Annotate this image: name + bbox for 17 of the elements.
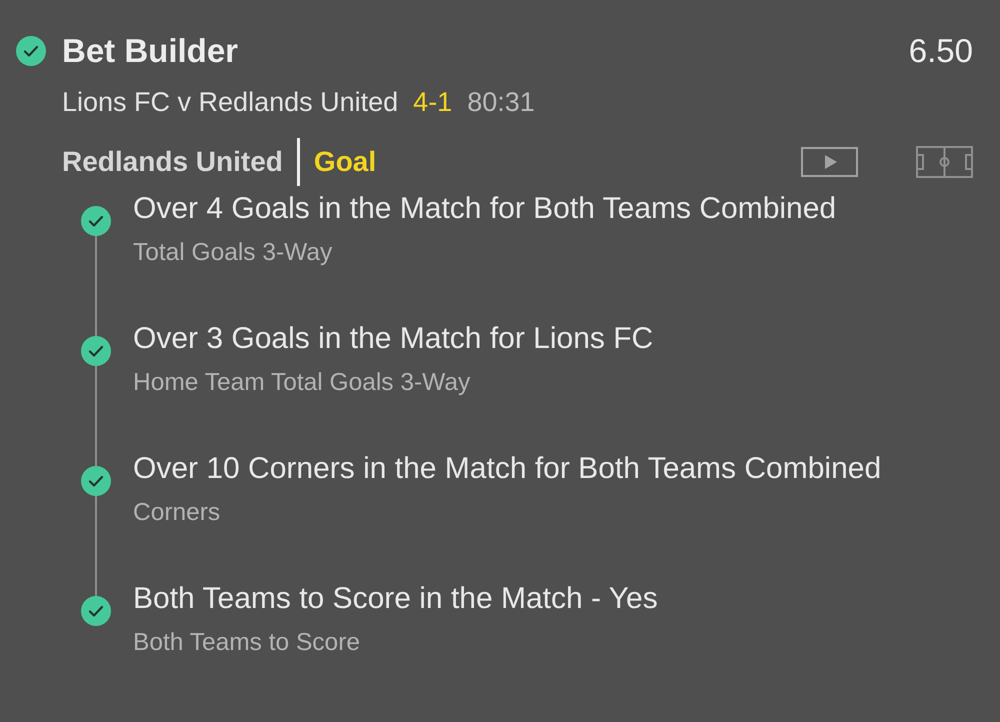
match-score: 4-1 (413, 86, 452, 118)
event-team: Redlands United (62, 146, 283, 178)
football-pitch-icon[interactable] (916, 146, 973, 178)
selection-name: Over 10 Corners in the Match for Both Teams Combined (133, 451, 882, 487)
selection-name: Over 3 Goals in the Match for Lions FC (133, 321, 654, 357)
bet-title: Bet Builder (62, 32, 238, 70)
play-icon[interactable] (801, 147, 858, 177)
selection-market: Corners (133, 498, 220, 528)
event-type: Goal (314, 146, 376, 178)
selection-market: Home Team Total Goals 3-Way (133, 368, 470, 398)
selection-market: Both Teams to Score (133, 628, 360, 658)
selection-name: Over 4 Goals in the Match for Both Teams Combined (133, 191, 836, 227)
selection-name: Both Teams to Score in the Match - Yes (133, 581, 658, 617)
match-clock: 80:31 (467, 86, 535, 118)
selection-market: Total Goals 3-Way (133, 238, 332, 268)
match-teams: Lions FC v Redlands United (62, 86, 398, 118)
odds: 6.50 (908, 32, 973, 70)
